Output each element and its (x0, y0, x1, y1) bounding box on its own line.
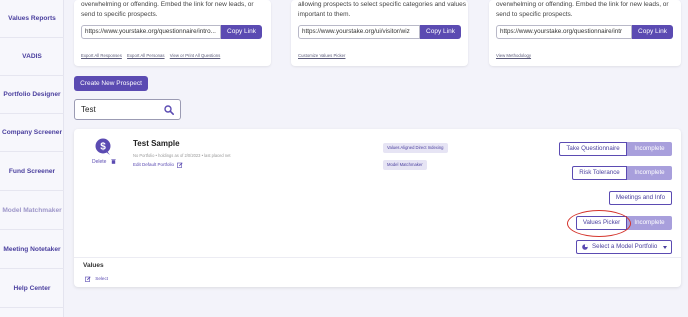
sidebar-item-label: Company Screener (1, 128, 63, 136)
values-picker-card: allowing prospects to select specific ca… (291, 0, 468, 66)
model-portfolio-select-label: Select a Model Portfolio (592, 243, 658, 250)
sidebar-item-label: Values Reports (8, 14, 56, 22)
pie-chart-icon (582, 244, 588, 250)
search-input[interactable]: Test (74, 99, 181, 120)
risk-card: overwhelming or offending. Embed the lin… (489, 0, 681, 66)
risk-status-badge: Incomplete (627, 166, 672, 180)
model-portfolio-select[interactable]: Select a Model Portfolio (576, 240, 672, 254)
card-links: Export All Responses Export All Personas… (81, 53, 224, 58)
tag-model-matchmaker: Model Matchmaker (383, 160, 427, 170)
select-values-link[interactable]: Select (85, 276, 108, 282)
sidebar-item-label: Fund Screener (8, 167, 56, 175)
select-values-label: Select (95, 276, 109, 282)
prospect-meta: No Portfolio • holdings as of 2/0/2023 •… (133, 153, 231, 158)
create-new-prospect-button[interactable]: Create New Prospect (74, 76, 148, 91)
edit-default-portfolio-link[interactable]: Edit Default Portfolio (133, 162, 183, 168)
edit-icon (85, 276, 91, 282)
sidebar-item-portfolio-designer[interactable]: Portfolio Designer (0, 76, 64, 114)
prospect-name: Test Sample (133, 139, 180, 148)
copy-link-button[interactable]: Copy Link (420, 25, 461, 39)
edit-icon (177, 162, 183, 168)
card-links: View Methodology (496, 53, 535, 58)
questionnaire-link-field[interactable]: https://www.yourstake.org/questionnaire/… (81, 25, 221, 39)
sidebar-item-help-center[interactable]: Help Center (0, 270, 64, 308)
copy-link-button[interactable]: Copy Link (221, 25, 262, 39)
questionnaire-card: overwhelming or offending. Embed the lin… (74, 0, 271, 66)
sidebar-item-label: Model Matchmaker (2, 206, 62, 214)
delete-label: Delete (92, 159, 107, 165)
sidebar-item-label: Portfolio Designer (3, 90, 61, 98)
sidebar-item-meeting-notetaker[interactable]: Meeting Notetaker (0, 231, 64, 269)
sidebar-item-company-screener[interactable]: Company Screener (0, 114, 64, 152)
sidebar-item-vadis[interactable]: VADIS (0, 38, 64, 76)
risk-tolerance-button[interactable]: Risk Tolerance (572, 166, 627, 180)
card-links: Customize Values Picker (298, 53, 349, 58)
sidebar-item-fund-screener[interactable]: Fund Screener (0, 153, 64, 191)
card-description: overwhelming or offending. Embed the lin… (496, 1, 669, 18)
values-picker-status-badge: Incomplete (627, 216, 672, 230)
prospect-avatar-icon: $ (95, 138, 111, 155)
divider (74, 257, 681, 258)
values-section-title: Values (83, 262, 104, 269)
prospect-card: $ Delete Test Sample No Portfolio • hold… (74, 129, 681, 287)
sidebar-item-label: Meeting Notetaker (3, 245, 61, 253)
edit-default-portfolio-label: Edit Default Portfolio (133, 162, 175, 168)
card-description: allowing prospects to select specific ca… (298, 1, 467, 18)
card-description: overwhelming or offending. Embed the lin… (81, 1, 254, 18)
chevron-down-icon (663, 246, 667, 249)
sidebar-item-model-matchmaker[interactable]: Model Matchmaker (0, 192, 64, 230)
sidebar-item-values-reports[interactable]: Values Reports (0, 0, 64, 38)
trash-icon (111, 159, 116, 164)
questionnaire-status-badge: Incomplete (627, 142, 672, 156)
svg-text:$: $ (100, 142, 106, 153)
tag-values-aligned-direct-indexing: Values Aligned Direct Indexing (383, 143, 448, 153)
values-picker-link-field[interactable]: https://www.yourstake.org/ui/visitor/wiz (298, 25, 420, 39)
take-questionnaire-button[interactable]: Take Questionnaire (559, 142, 627, 156)
copy-link-button[interactable]: Copy Link (632, 25, 673, 39)
export-all-personas-link[interactable]: Export All Personas (127, 53, 165, 58)
sidebar-item-label: Help Center (13, 284, 51, 292)
sidebar-item-label: VADIS (22, 52, 42, 60)
export-all-responses-link[interactable]: Export All Responses (81, 53, 122, 58)
risk-link-field[interactable]: https://www.yourstake.org/questionnaire/… (496, 25, 632, 39)
view-print-questions-link[interactable]: View or Print All Questions (170, 53, 221, 58)
highlight-annotation (567, 210, 631, 237)
sidebar: Values Reports VADIS Portfolio Designer … (0, 0, 64, 317)
delete-prospect-button[interactable]: Delete (92, 159, 116, 165)
customize-values-picker-link[interactable]: Customize Values Picker (298, 53, 345, 58)
search-icon[interactable] (164, 105, 174, 115)
view-methodology-link[interactable]: View Methodology (496, 53, 531, 58)
meetings-and-info-button[interactable]: Meetings and Info (609, 191, 672, 205)
search-input-value: Test (81, 105, 96, 114)
